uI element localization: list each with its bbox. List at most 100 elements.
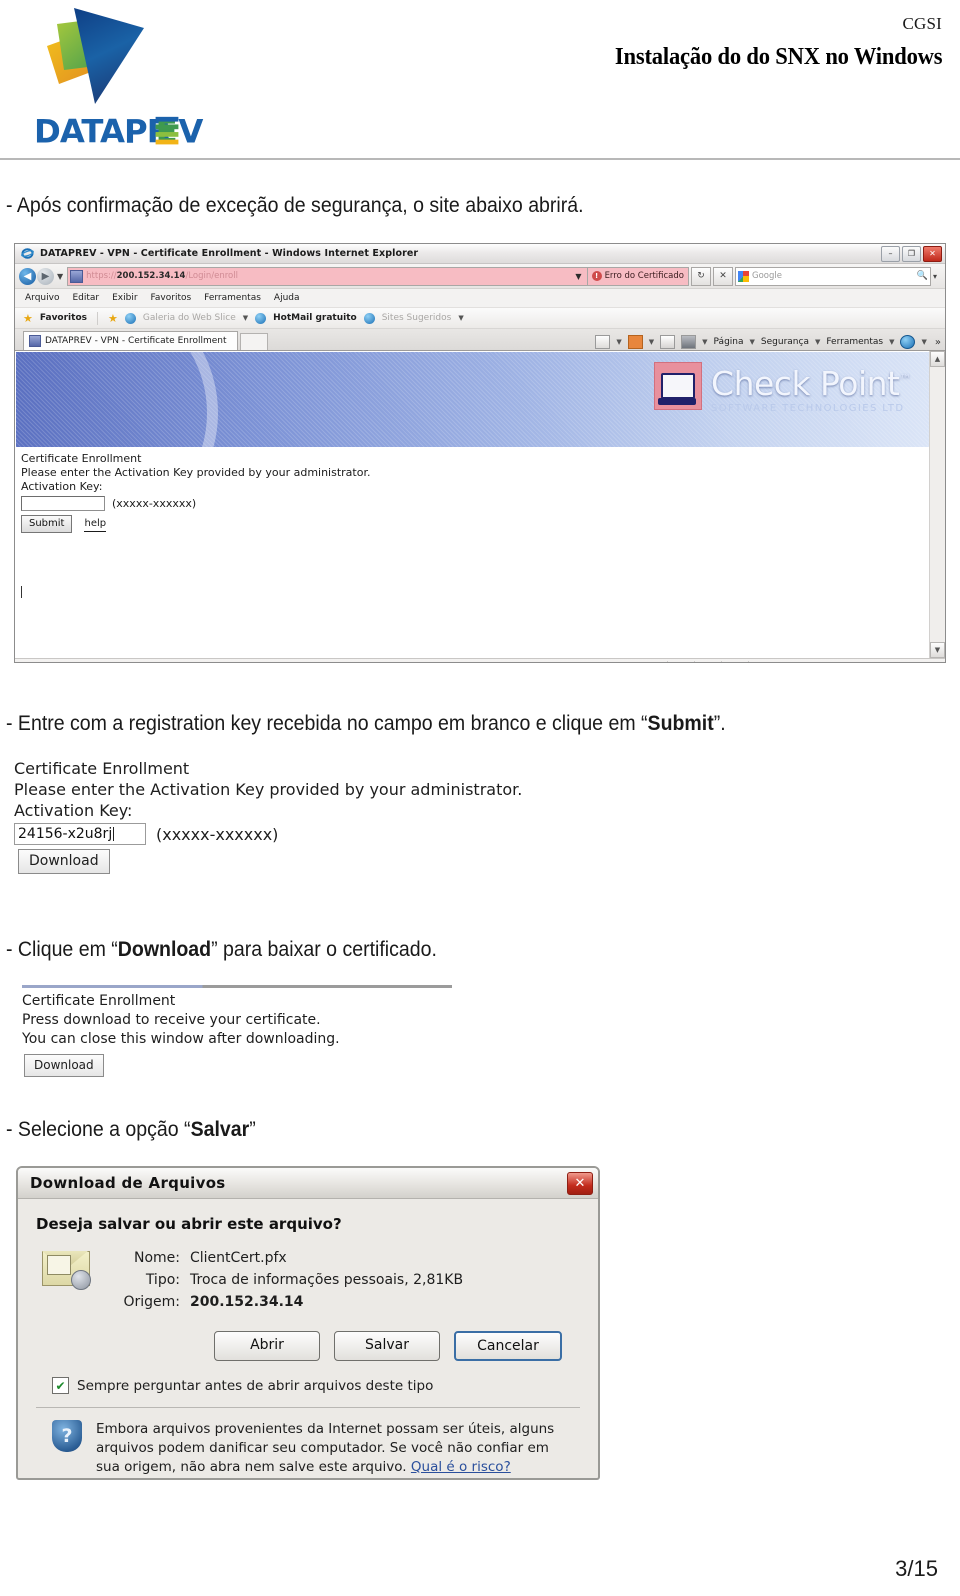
add-favorite-star-icon[interactable]: ★: [108, 313, 118, 324]
tab-favicon-icon: [29, 335, 41, 347]
address-bar[interactable]: https://200.152.34.14/Login/enroll ▼: [67, 266, 588, 286]
always-ask-checkbox-row[interactable]: ✔ Sempre perguntar antes de abrir arquiv…: [52, 1377, 580, 1394]
activation-key-row: (xxxxx-xxxxxx): [21, 496, 370, 511]
help-icon[interactable]: [900, 335, 916, 349]
file-info-block: Nome: ClientCert.pfx Tipo: Troca de info…: [36, 1247, 580, 1313]
close-button[interactable]: ✕: [923, 246, 942, 262]
page-vertical-scrollbar[interactable]: ▲ ▼: [929, 351, 945, 658]
security-zone-indicator[interactable]: Intranet local: [775, 662, 846, 663]
browser-tab[interactable]: DATAPREV - VPN - Certificate Enrollment: [23, 331, 238, 350]
favorites-button-label[interactable]: Favoritos: [40, 313, 87, 323]
favorites-item-hotmail[interactable]: HotMail gratuito: [273, 313, 357, 323]
dialog-close-button[interactable]: ✕: [567, 1171, 593, 1195]
certificate-sheet-shape: [47, 1255, 71, 1275]
menu-item-arquivo[interactable]: Arquivo: [25, 293, 59, 303]
seguranca-dropdown-icon[interactable]: ▼: [815, 338, 820, 346]
save-button[interactable]: Salvar: [334, 1331, 440, 1361]
command-ferramentas[interactable]: Ferramentas: [826, 337, 883, 347]
browser-navigation-bar[interactable]: ◀ ▶ ▼ https://200.152.34.14/Login/enroll…: [15, 264, 945, 289]
search-provider-dropdown-icon[interactable]: ▾: [933, 272, 937, 281]
menu-item-ferramentas[interactable]: Ferramentas: [204, 293, 261, 303]
dialog-title-bar: Download de Arquivos ✕: [18, 1168, 598, 1199]
browser-command-bar[interactable]: ▼ ▼ ▼ Página ▼ Segurança ▼ Ferramentas ▼…: [595, 335, 941, 349]
ferramentas-dropdown-icon[interactable]: ▼: [889, 338, 894, 346]
rss-feeds-icon[interactable]: [627, 335, 643, 349]
cancel-button[interactable]: Cancelar: [454, 1331, 562, 1361]
open-button[interactable]: Abrir: [214, 1331, 320, 1361]
back-button[interactable]: ◀: [19, 267, 36, 285]
zoom-control[interactable]: 🔍 100% ▼: [894, 663, 941, 664]
what-is-the-risk-link[interactable]: Qual é o risco?: [411, 1459, 511, 1475]
activation-key-value: 24156-x2u8rj: [18, 825, 113, 842]
browser-tab-bar[interactable]: DATAPREV - VPN - Certificate Enrollment …: [15, 329, 945, 350]
print-icon[interactable]: [681, 335, 697, 349]
window-caption-buttons[interactable]: – ❐ ✕: [881, 246, 942, 262]
certificate-enrollment-form-download: Certificate Enrollment Press download to…: [22, 985, 452, 1077]
address-dropdown-icon[interactable]: ▼: [572, 272, 584, 281]
mail-icon[interactable]: [660, 335, 676, 349]
chevron-down-icon-2[interactable]: ▼: [458, 314, 463, 322]
site-favicon-icon: [70, 269, 84, 283]
question-shield-icon: ?: [52, 1420, 82, 1452]
checkpoint-monitor-glyph: [658, 373, 697, 405]
new-tab-button[interactable]: [239, 333, 268, 350]
chevron-down-icon[interactable]: ▼: [243, 314, 248, 322]
web-slice-icon: [124, 312, 136, 324]
activation-key-input-filled[interactable]: 24156-x2u8rj: [14, 823, 146, 845]
menu-item-exibir[interactable]: Exibir: [112, 293, 137, 303]
dialog-warning-block: ? Embora arquivos provenientes da Intern…: [36, 1408, 580, 1477]
print-dropdown-icon[interactable]: ▼: [702, 338, 707, 346]
status-cell-3: [720, 661, 748, 662]
certificate-error-badge[interactable]: ! Erro do Certificado: [587, 266, 689, 286]
menu-item-editar[interactable]: Editar: [72, 293, 99, 303]
stop-icon[interactable]: ✕: [712, 266, 733, 286]
dialog-title: Download de Arquivos: [30, 1174, 226, 1192]
recent-pages-dropdown-icon[interactable]: ▼: [57, 272, 63, 281]
menu-item-favoritos[interactable]: Favoritos: [151, 293, 192, 303]
home-icon[interactable]: [595, 335, 611, 349]
status-text: Concluído: [19, 663, 61, 664]
favorites-item-web-slice[interactable]: Galeria do Web Slice: [143, 313, 236, 323]
warning-line-3-wrap: sua origem, não abra nem salve este arqu…: [96, 1458, 554, 1477]
overflow-chevrons-icon[interactable]: »: [935, 337, 941, 348]
file-field-row-origin: Origem: 200.152.34.14: [106, 1291, 463, 1313]
home-dropdown-icon[interactable]: ▼: [616, 338, 621, 346]
submit-button[interactable]: Submit: [21, 515, 73, 533]
browser-title-text: DATAPREV - VPN - Certificate Enrollment …: [40, 248, 419, 259]
org-label: CGSI: [902, 14, 942, 33]
pagina-dropdown-icon[interactable]: ▼: [750, 338, 755, 346]
favorites-item-suggested-sites[interactable]: Sites Sugeridos: [382, 313, 452, 323]
warning-line-1: Embora arquivos provenientes da Internet…: [96, 1421, 555, 1437]
minimize-button[interactable]: –: [881, 246, 900, 262]
help-link[interactable]: help: [84, 517, 107, 532]
browser-menu-bar[interactable]: Arquivo Editar Exibir Favoritos Ferramen…: [15, 289, 945, 308]
file-field-row-type: Tipo: Troca de informações pessoais, 2,8…: [106, 1269, 463, 1291]
restore-button[interactable]: ❐: [902, 246, 921, 262]
instruction-step-2-prefix: - Entre com a registration key recebida …: [6, 712, 648, 735]
search-go-icon[interactable]: 🔍: [917, 271, 928, 281]
file-origin-value: 200.152.34.14: [190, 1294, 304, 1310]
scroll-up-arrow-icon[interactable]: ▲: [930, 351, 945, 367]
address-host: 200.152.34.14: [116, 271, 186, 281]
download-button-filled[interactable]: Download: [18, 849, 110, 874]
forward-button[interactable]: ▶: [37, 267, 54, 285]
browser-favorites-bar[interactable]: ★ Favoritos ★ Galeria do Web Slice ▼ Hot…: [15, 308, 945, 329]
download-button-final[interactable]: Download: [24, 1054, 104, 1077]
command-seguranca[interactable]: Segurança: [761, 337, 809, 347]
command-pagina[interactable]: Página: [714, 337, 744, 347]
feeds-dropdown-icon[interactable]: ▼: [649, 338, 654, 346]
intranet-zone-icon: [775, 662, 786, 663]
dialog-warning-text: Embora arquivos provenientes da Internet…: [96, 1420, 554, 1477]
menu-item-ajuda[interactable]: Ajuda: [274, 293, 300, 303]
help-dropdown-icon[interactable]: ▼: [921, 338, 926, 346]
refresh-icon[interactable]: ↻: [690, 266, 711, 286]
compatibility-view-icon[interactable]: ⛶: [872, 663, 878, 664]
always-ask-checkbox[interactable]: ✔: [52, 1377, 69, 1394]
scroll-down-arrow-icon[interactable]: ▼: [930, 642, 945, 658]
enroll-instruction-filled: Please enter the Activation Key provided…: [14, 780, 523, 799]
search-input[interactable]: Google 🔍: [734, 266, 931, 286]
instruction-step-2: - Entre com a registration key recebida …: [6, 712, 726, 736]
activation-key-input[interactable]: [21, 496, 105, 511]
always-ask-label: Sempre perguntar antes de abrir arquivos…: [77, 1377, 434, 1394]
key-glyph: [71, 1270, 91, 1290]
